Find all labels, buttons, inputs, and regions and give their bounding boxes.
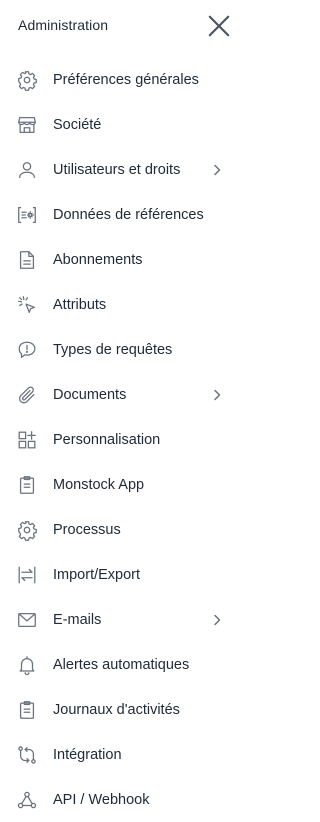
chevron-right-icon <box>210 163 224 177</box>
data-reference-icon <box>16 204 38 226</box>
menu-item-donnees-de-references[interactable]: Données de références <box>0 193 252 238</box>
menu-item-label: E-mails <box>53 612 102 628</box>
menu-item-label: Processus <box>53 522 121 538</box>
menu-item-processus[interactable]: Processus <box>0 508 252 553</box>
menu-item-label: Utilisateurs et droits <box>53 162 181 178</box>
integration-sync-icon <box>16 744 38 766</box>
store-icon <box>16 114 38 136</box>
menu-item-api-webhook[interactable]: API / Webhook <box>0 778 252 822</box>
menu-item-label: API / Webhook <box>53 792 150 808</box>
menu-item-e-mails[interactable]: E-mails <box>0 598 252 643</box>
menu-item-label: Attributs <box>53 297 107 313</box>
chat-alert-icon <box>16 339 38 361</box>
menu-item-abonnements[interactable]: Abonnements <box>0 238 252 283</box>
menu-item-monstock-app[interactable]: Monstock App <box>0 463 252 508</box>
menu-item-label: Monstock App <box>53 477 145 493</box>
menu-item-documents[interactable]: Documents <box>0 373 252 418</box>
gear-icon <box>16 519 38 541</box>
user-icon <box>16 159 38 181</box>
menu-item-label: Alertes automatiques <box>53 657 190 673</box>
menu-item-attributs[interactable]: Attributs <box>0 283 252 328</box>
menu-item-label: Préférences générales <box>53 72 199 88</box>
menu-title: Administration <box>18 17 109 33</box>
menu-item-label: Documents <box>53 387 127 403</box>
chevron-right-icon <box>210 613 224 627</box>
mail-icon <box>16 609 38 631</box>
menu-item-label: Intégration <box>53 747 122 763</box>
clipboard-icon <box>16 474 38 496</box>
menu-item-label: Journaux d'activités <box>53 702 180 718</box>
menu-item-label: Personnalisation <box>53 432 161 448</box>
menu-item-preferences-generales[interactable]: Préférences générales <box>0 58 252 103</box>
menu-item-label: Données de références <box>53 207 204 223</box>
menu-header: Administration <box>0 0 252 52</box>
menu-item-label: Types de requêtes <box>53 342 173 358</box>
gear-icon <box>16 69 38 91</box>
menu-item-label: Société <box>53 117 102 133</box>
paperclip-icon <box>16 384 38 406</box>
grid-add-icon <box>16 429 38 451</box>
menu-item-journaux-d-activites[interactable]: Journaux d'activités <box>0 688 252 733</box>
import-export-icon <box>16 564 38 586</box>
cursor-click-icon <box>16 294 38 316</box>
menu-item-import-export[interactable]: Import/Export <box>0 553 252 598</box>
clipboard-list-icon <box>16 699 38 721</box>
menu-item-label: Abonnements <box>53 252 143 268</box>
chevron-right-icon <box>210 388 224 402</box>
close-button[interactable] <box>204 11 234 41</box>
menu-item-personnalisation[interactable]: Personnalisation <box>0 418 252 463</box>
menu-item-utilisateurs-et-droits[interactable]: Utilisateurs et droits <box>0 148 252 193</box>
bell-icon <box>16 654 38 676</box>
document-icon <box>16 249 38 271</box>
menu-item-alertes-automatiques[interactable]: Alertes automatiques <box>0 643 252 688</box>
close-icon <box>208 15 230 37</box>
menu-item-societe[interactable]: Société <box>0 103 252 148</box>
menu-item-types-de-requetes[interactable]: Types de requêtes <box>0 328 252 373</box>
webhook-icon <box>16 789 38 811</box>
menu-item-label: Import/Export <box>53 567 141 583</box>
admin-menu: Préférences générales Société Utilisateu… <box>0 58 252 822</box>
menu-item-integration[interactable]: Intégration <box>0 733 252 778</box>
